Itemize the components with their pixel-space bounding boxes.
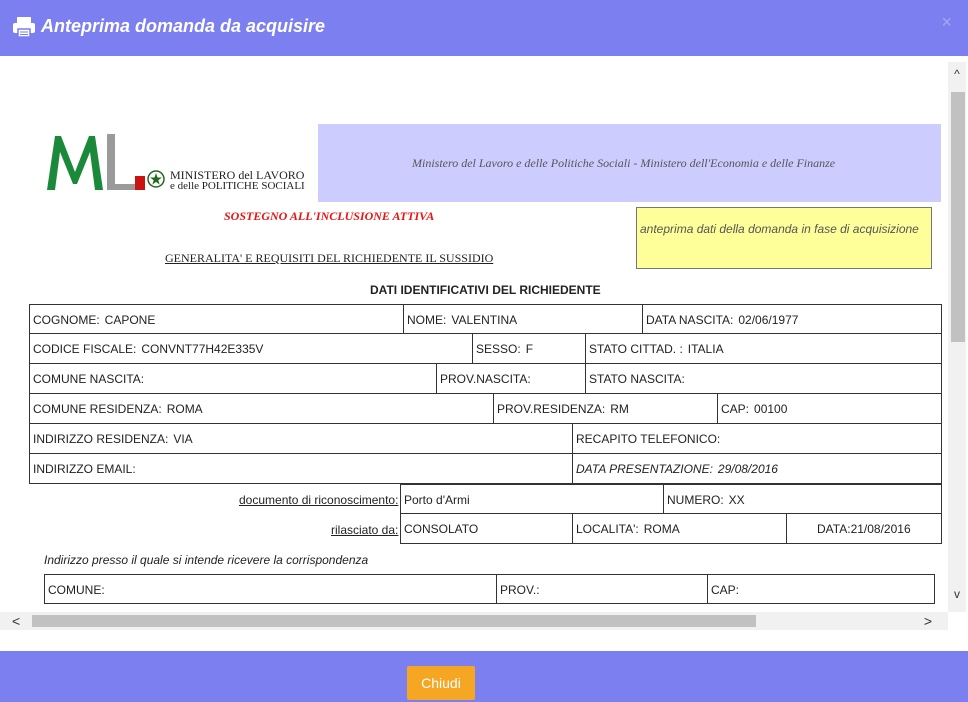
field-indirizzo-email: INDIRIZZO EMAIL: — [30, 454, 572, 483]
field-label: CAP: — [711, 583, 740, 597]
field-cognome: COGNOME: CAPONE — [30, 305, 403, 334]
ministry-banner: MINISTERO del LAVORO e delle POLITICHE S… — [29, 124, 941, 202]
close-icon[interactable]: × — [941, 12, 952, 33]
table-row: COMUNE RESIDENZA: ROMA PROV.RESIDENZA: RM … — [29, 394, 942, 424]
field-label: DATA PRESENTAZIONE: — [576, 462, 713, 476]
italian-emblem-icon — [147, 170, 165, 188]
printer-icon[interactable] — [12, 16, 36, 38]
field-label: COGNOME: — [33, 313, 100, 327]
field-value: Porto d'Armi — [404, 493, 470, 507]
field-comune-nascita: COMUNE NASCITA: — [30, 364, 436, 393]
field-value: ITALIA — [687, 342, 724, 356]
field-label: DATA: — [817, 522, 851, 536]
table-row: COMUNE: PROV.: CAP: — [44, 574, 935, 604]
dialog-footer: Chiudi — [0, 651, 968, 702]
field-label: NUMERO: — [667, 493, 724, 507]
scroll-down-icon[interactable]: v — [951, 588, 963, 600]
ministry-name-line2: e delle POLITICHE SOCIALI — [170, 180, 305, 192]
field-recapito-telefonico: RECAPITO TELEFONICO: — [572, 424, 941, 453]
field-label: COMUNE: — [48, 583, 105, 597]
table-row: CODICE FISCALE: CONVNT77H42E335V SESSO: F … — [29, 334, 942, 364]
table-row: CONSOLATO LOCALITA': ROMA DATA:21/08/2016 — [400, 514, 942, 544]
preview-note: anteprima dati della domanda in fase di … — [636, 207, 932, 269]
scroll-left-icon[interactable]: < — [12, 613, 20, 629]
table-row: COGNOME: CAPONE NOME: VALENTINA DATA NASCI… — [29, 304, 942, 334]
field-label: PROV.: — [500, 583, 540, 597]
correspondence-title: Indirizzo presso il quale si intende ric… — [44, 553, 369, 567]
field-value: ROMA — [643, 522, 680, 536]
document-number: NUMERO: XX — [663, 485, 941, 514]
field-label: COMUNE NASCITA: — [33, 372, 145, 386]
field-value: 29/08/2016 — [717, 462, 778, 476]
field-label: CODICE FISCALE: — [33, 342, 137, 356]
field-label: LOCALITA': — [576, 522, 639, 536]
field-prov-nascita: PROV.NASCITA: — [436, 364, 585, 393]
field-stato-cittad: STATO CITTAD. : ITALIA — [585, 334, 941, 363]
field-codice-fiscale: CODICE FISCALE: CONVNT77H42E335V — [30, 334, 472, 363]
field-label: CAP: — [721, 402, 750, 416]
dialog-header: Anteprima domanda da acquisire × — [0, 0, 968, 56]
field-data-nascita: DATA NASCITA: 02/06/1977 — [642, 305, 941, 334]
table-row: COMUNE NASCITA: PROV.NASCITA: STATO NASC… — [29, 364, 942, 394]
table-row: INDIRIZZO RESIDENZA: VIA RECAPITO TELEFON… — [29, 424, 942, 454]
document-type: Porto d'Armi — [401, 485, 663, 514]
table-row: Porto d'Armi NUMERO: XX — [400, 484, 942, 514]
field-label: SESSO: — [476, 342, 521, 356]
field-value: 02/06/1977 — [738, 313, 799, 327]
field-value: 21/08/2016 — [850, 522, 911, 536]
document-localita: LOCALITA': ROMA — [572, 514, 786, 543]
field-value: ROMA — [166, 402, 203, 416]
ministry-logo — [47, 134, 145, 190]
horizontal-scroll-thumb[interactable] — [32, 615, 756, 627]
field-label: NOME: — [407, 313, 447, 327]
field-value: CONVNT77H42E335V — [141, 342, 264, 356]
field-label: INDIRIZZO EMAIL: — [33, 462, 136, 476]
identity-title: DATI IDENTIFICATIVI DEL RICHIEDENTE — [370, 283, 601, 297]
close-button[interactable]: Chiudi — [407, 666, 475, 700]
scroll-right-icon[interactable]: > — [924, 613, 932, 629]
document-issuer: CONSOLATO — [401, 514, 572, 543]
logo-area: MINISTERO del LAVORO e delle POLITICHE S… — [29, 124, 318, 202]
field-cap: CAP: 00100 — [717, 394, 941, 423]
field-value: XX — [728, 493, 745, 507]
corr-comune: COMUNE: — [45, 575, 496, 604]
field-label: PROV.RESIDENZA: — [497, 402, 606, 416]
scroll-up-icon[interactable]: ^ — [951, 68, 963, 80]
issuer-label: rilasciato da: — [331, 523, 399, 537]
document-date: DATA:21/08/2016 — [786, 514, 941, 543]
field-value: VIA — [173, 432, 193, 446]
field-prov-residenza: PROV.RESIDENZA: RM — [493, 394, 717, 423]
field-label: DATA NASCITA: — [646, 313, 734, 327]
field-label: INDIRIZZO RESIDENZA: — [33, 432, 169, 446]
table-row: INDIRIZZO EMAIL: DATA PRESENTAZIONE: 29/0… — [29, 454, 942, 484]
banner-header-text: Ministero del Lavoro e delle Politiche S… — [412, 156, 836, 170]
field-indirizzo-residenza: INDIRIZZO RESIDENZA: VIA — [30, 424, 572, 453]
field-value: RM — [610, 402, 629, 416]
field-label: STATO NASCITA: — [589, 372, 685, 386]
corr-cap: CAP: — [707, 575, 934, 604]
field-nome: NOME: VALENTINA — [403, 305, 642, 334]
corr-prov: PROV.: — [496, 575, 707, 604]
dialog-title: Anteprima domanda da acquisire — [41, 16, 326, 36]
field-label: PROV.NASCITA: — [440, 372, 531, 386]
section-heading: GENERALITA' E REQUISITI DEL RICHIEDENTE … — [165, 251, 494, 265]
horizontal-scrollbar[interactable]: < > — [0, 612, 948, 630]
document-label: documento di riconoscimento: — [239, 493, 399, 507]
program-title: SOSTEGNO ALL'INCLUSIONE ATTIVA — [224, 209, 435, 223]
field-comune-residenza: COMUNE RESIDENZA: ROMA — [30, 394, 493, 423]
field-value: CAPONE — [104, 313, 156, 327]
field-label: COMUNE RESIDENZA: — [33, 402, 162, 416]
field-data-presentazione: DATA PRESENTAZIONE: 29/08/2016 — [572, 454, 941, 483]
vertical-scrollbar[interactable]: ^ v — [948, 62, 966, 612]
field-stato-nascita: STATO NASCITA: — [585, 364, 941, 393]
field-value: VALENTINA — [451, 313, 518, 327]
field-value: F — [525, 342, 534, 356]
field-value: CONSOLATO — [404, 522, 479, 536]
divider — [0, 630, 968, 651]
field-label: STATO CITTAD. : — [589, 342, 683, 356]
field-value: 00100 — [754, 402, 788, 416]
field-sesso: SESSO: F — [472, 334, 585, 363]
vertical-scroll-thumb[interactable] — [951, 92, 965, 342]
field-label: RECAPITO TELEFONICO: — [576, 432, 721, 446]
